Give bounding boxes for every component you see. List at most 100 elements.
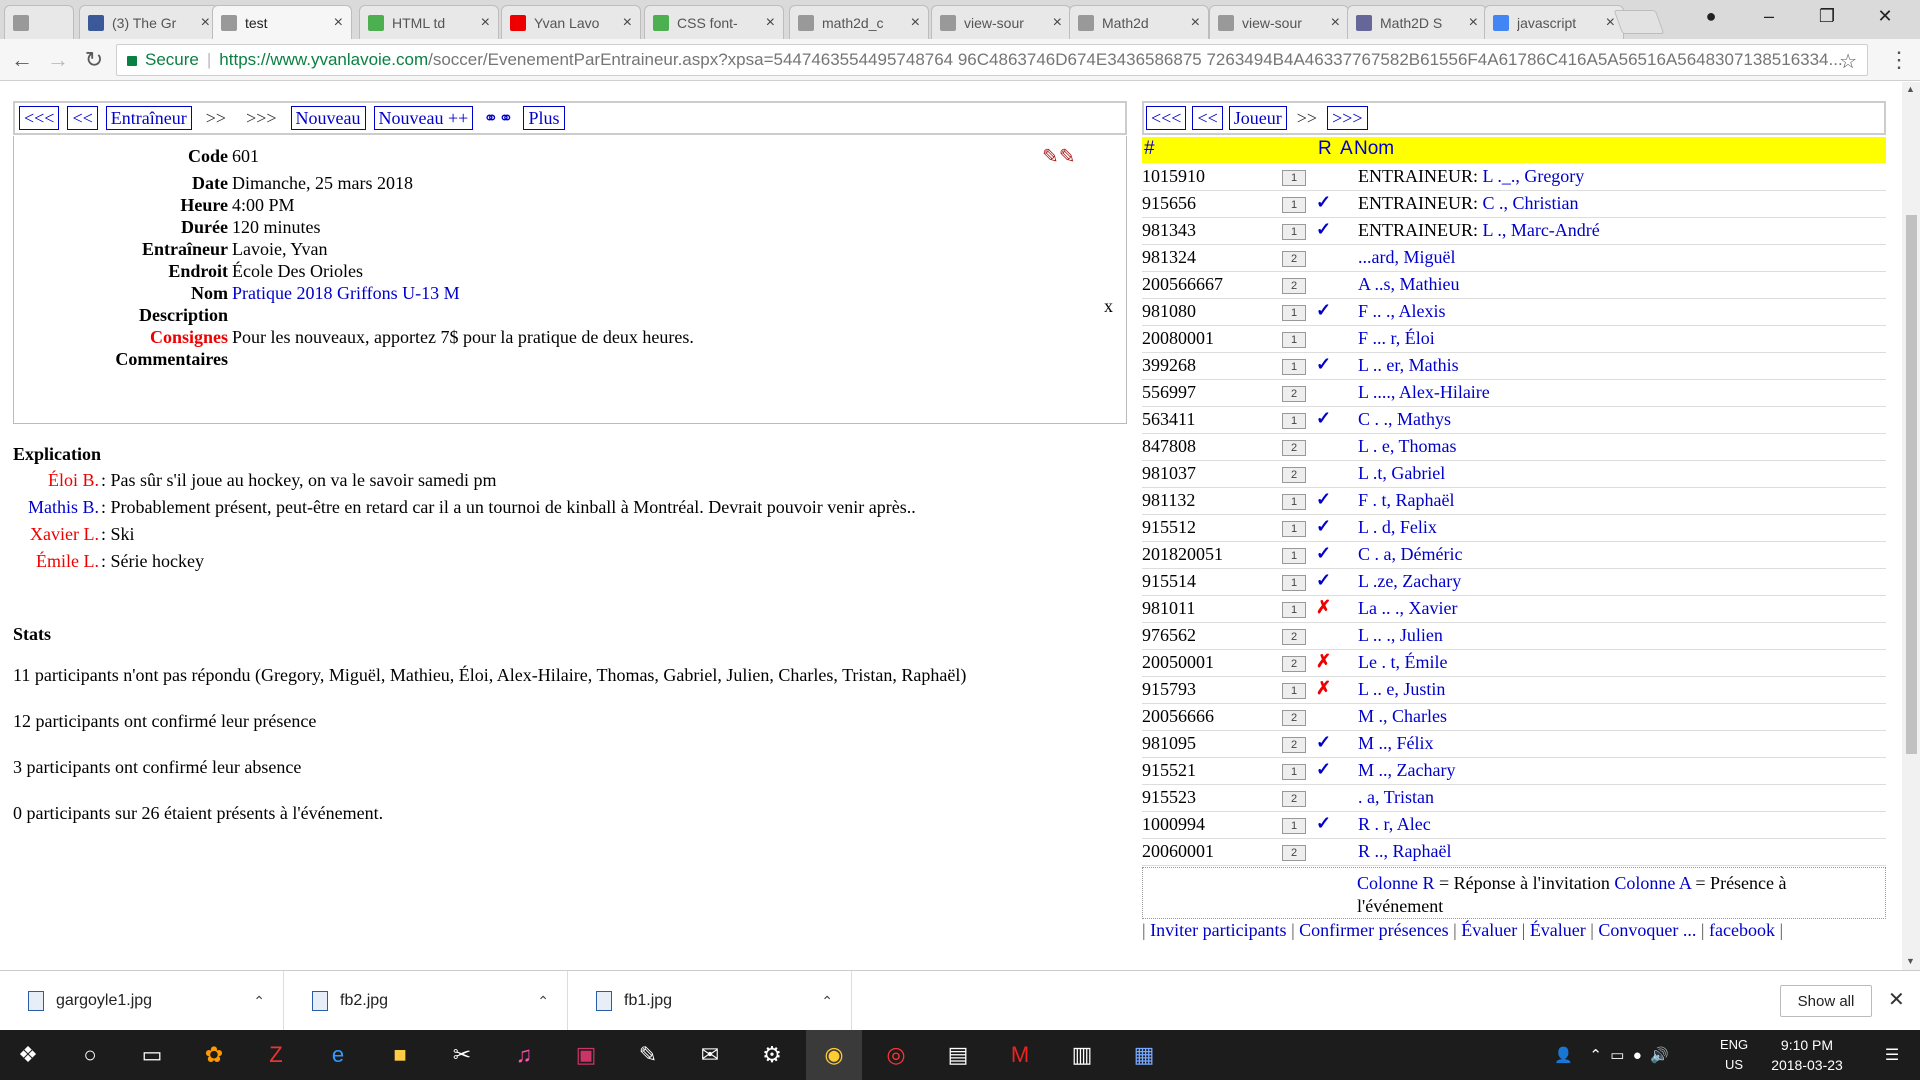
download-item[interactable]: fb2.jpg ⌃ xyxy=(284,971,568,1031)
tab-11[interactable]: javascript × xyxy=(1484,5,1624,39)
player-name-link[interactable]: F ... r, Éloi xyxy=(1358,328,1435,348)
tab-close-icon[interactable]: × xyxy=(1606,14,1615,32)
chevron-up-icon[interactable]: ⌃ xyxy=(821,993,833,1010)
player-badge-icon[interactable]: 1 xyxy=(1282,170,1306,186)
explication-player-name[interactable]: Émile L. xyxy=(13,551,101,578)
action-link[interactable]: facebook xyxy=(1709,920,1775,940)
tab-close-icon[interactable]: × xyxy=(766,14,775,32)
player-name-link[interactable]: C ., Christian xyxy=(1483,193,1579,213)
player-name-link[interactable]: L ., Marc-André xyxy=(1483,220,1600,240)
file-explorer-icon[interactable]: ■ xyxy=(372,1030,428,1080)
app-icon[interactable]: M xyxy=(992,1030,1048,1080)
action-link[interactable]: Évaluer xyxy=(1530,920,1586,940)
app-icon[interactable]: ✿ xyxy=(186,1030,242,1080)
player-badge-icon[interactable]: 2 xyxy=(1282,278,1306,294)
player-badge-icon[interactable]: 1 xyxy=(1282,683,1306,699)
player-badge-icon[interactable]: 1 xyxy=(1282,818,1306,834)
glasses-icon[interactable]: ⚭⚭ xyxy=(483,108,513,129)
player-name-link[interactable]: M .., Zachary xyxy=(1358,760,1455,780)
nav-plus-button[interactable]: Plus xyxy=(523,106,565,130)
mail-icon[interactable]: ✉ xyxy=(682,1030,738,1080)
player-name-link[interactable]: L .ze, Zachary xyxy=(1358,571,1461,591)
chrome-icon[interactable]: ◉ xyxy=(806,1030,862,1080)
player-name-link[interactable]: L . d, Felix xyxy=(1358,517,1437,537)
tab-0[interactable] xyxy=(4,5,74,39)
player-badge-icon[interactable]: 1 xyxy=(1282,494,1306,510)
windows-start-icon[interactable]: ❖ xyxy=(0,1030,56,1080)
player-name-link[interactable]: . a, Tristan xyxy=(1358,787,1434,807)
player-name-link[interactable]: C . ., Mathys xyxy=(1358,409,1451,429)
header-nom[interactable]: Nom xyxy=(1354,138,1394,160)
profile-icon[interactable]: ● xyxy=(1688,0,1734,33)
task-view-icon[interactable]: ▭ xyxy=(124,1030,180,1080)
player-badge-icon[interactable]: 1 xyxy=(1282,413,1306,429)
tab-close-icon[interactable]: × xyxy=(481,14,490,32)
player-name-link[interactable]: L . e, Thomas xyxy=(1358,436,1456,456)
player-badge-icon[interactable]: 2 xyxy=(1282,791,1306,807)
download-item[interactable]: gargoyle1.jpg ⌃ xyxy=(0,971,284,1031)
player-name-link[interactable]: L .. e, Justin xyxy=(1358,679,1445,699)
tray-icons[interactable]: 👤 ⌃ ▭ ● 🔊 xyxy=(1554,1030,1669,1080)
players-joueur-button[interactable]: Joueur xyxy=(1228,106,1287,130)
tab-6[interactable]: math2d_c × xyxy=(789,5,929,39)
players-last-button[interactable]: >>> xyxy=(1327,106,1368,130)
player-name-link[interactable]: M ., Charles xyxy=(1358,706,1447,726)
player-name-link[interactable]: R . r, Alec xyxy=(1358,814,1431,834)
app-icon[interactable]: ▥ xyxy=(1054,1030,1110,1080)
tab-9[interactable]: view-sour × xyxy=(1209,5,1349,39)
player-name-link[interactable]: F . t, Raphaël xyxy=(1358,490,1455,510)
maximize-button[interactable]: ❐ xyxy=(1804,0,1850,33)
filezilla-icon[interactable]: ▣ xyxy=(558,1030,614,1080)
header-r[interactable]: R xyxy=(1318,138,1332,160)
tab-1[interactable]: (3) The Gr × xyxy=(79,5,219,39)
player-name-link[interactable]: M .., Félix xyxy=(1358,733,1434,753)
tab-3[interactable]: HTML td × xyxy=(359,5,499,39)
tab-7[interactable]: view-sour × xyxy=(931,5,1071,39)
search-icon[interactable]: ○ xyxy=(62,1030,118,1080)
tab-close-icon[interactable]: × xyxy=(334,14,343,32)
back-icon[interactable]: ← xyxy=(8,46,36,74)
scroll-down-icon[interactable]: ▼ xyxy=(1906,956,1915,966)
tab-8[interactable]: Math2d × xyxy=(1069,5,1209,39)
nav-nouveau-button[interactable]: Nouveau xyxy=(290,106,366,130)
player-badge-icon[interactable]: 1 xyxy=(1282,332,1306,348)
chevron-up-icon[interactable]: ⌃ xyxy=(537,993,549,1010)
nom-link[interactable]: Pratique 2018 Griffons U-13 M xyxy=(232,283,460,304)
player-name-link[interactable]: L .. er, Mathis xyxy=(1358,355,1459,375)
player-badge-icon[interactable]: 1 xyxy=(1282,359,1306,375)
clock[interactable]: 9:10 PM 2018-03-23 xyxy=(1762,1035,1852,1075)
player-name-link[interactable]: L ._., Gregory xyxy=(1483,166,1585,186)
player-badge-icon[interactable]: 1 xyxy=(1282,305,1306,321)
tab-close-icon[interactable]: × xyxy=(1331,14,1340,32)
player-name-link[interactable]: L .t, Gabriel xyxy=(1358,463,1445,483)
app-icon[interactable]: ▦ xyxy=(1116,1030,1172,1080)
download-item[interactable]: fb1.jpg ⌃ xyxy=(568,971,852,1031)
player-name-link[interactable]: L ...., Alex-Hilaire xyxy=(1358,382,1490,402)
player-name-link[interactable]: C . a, Déméric xyxy=(1358,544,1462,564)
player-name-link[interactable]: A ..s, Mathieu xyxy=(1358,274,1460,294)
explication-player-name[interactable]: Mathis B. xyxy=(13,497,101,524)
tab-4[interactable]: Yvan Lavo × xyxy=(501,5,641,39)
close-details-button[interactable]: x xyxy=(1104,296,1113,317)
player-badge-icon[interactable]: 1 xyxy=(1282,602,1306,618)
player-name-link[interactable]: La .. ., Xavier xyxy=(1358,598,1457,618)
action-link[interactable]: Inviter participants xyxy=(1150,920,1286,940)
action-link[interactable]: Convoquer ... xyxy=(1598,920,1696,940)
player-name-link[interactable]: L .. ., Julien xyxy=(1358,625,1443,645)
nav-first-button[interactable]: <<< xyxy=(19,106,60,130)
close-window-button[interactable]: ✕ xyxy=(1862,0,1908,33)
address-bar[interactable]: Secure | https://www.yvanlavoie.com/socc… xyxy=(116,44,1868,76)
tab-10[interactable]: Math2D S × xyxy=(1347,5,1487,39)
nav-prev-button[interactable]: << xyxy=(67,106,98,130)
minimize-button[interactable]: – xyxy=(1746,0,1792,33)
player-badge-icon[interactable]: 2 xyxy=(1282,467,1306,483)
player-name-link[interactable]: Le . t, Émile xyxy=(1358,652,1447,672)
player-name-link[interactable]: ...ard, Miguël xyxy=(1358,247,1455,267)
player-badge-icon[interactable]: 1 xyxy=(1282,521,1306,537)
tab-2[interactable]: test × xyxy=(212,5,352,39)
tab-close-icon[interactable]: × xyxy=(201,14,210,32)
nav-entraineur-button[interactable]: Entraîneur xyxy=(105,106,192,130)
itunes-icon[interactable]: ♫ xyxy=(496,1030,552,1080)
player-badge-icon[interactable]: 2 xyxy=(1282,737,1306,753)
target-icon[interactable]: ◎ xyxy=(868,1030,924,1080)
